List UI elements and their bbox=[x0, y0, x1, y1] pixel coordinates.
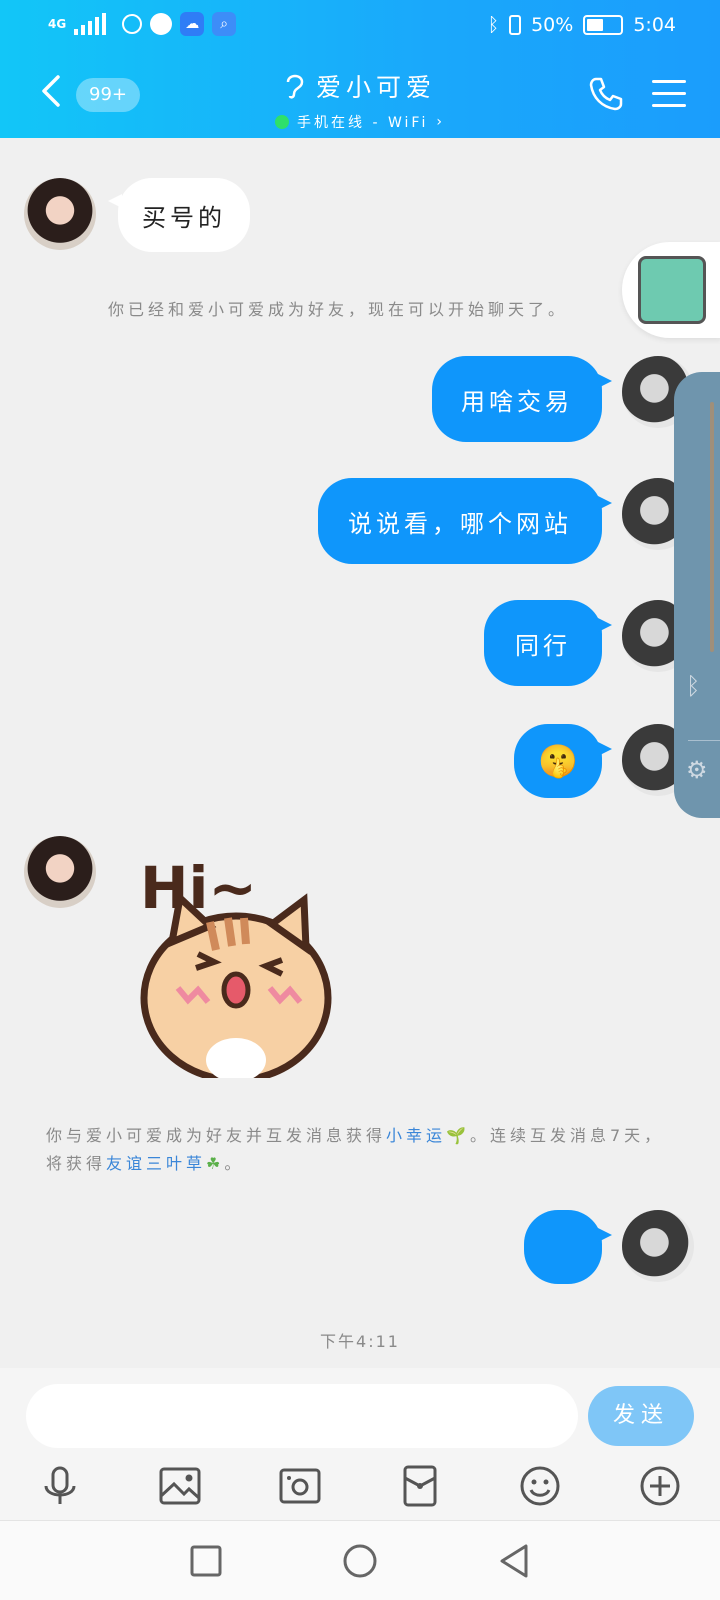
bluetooth-icon: ᛒ bbox=[487, 14, 500, 36]
browser-icon bbox=[150, 13, 173, 35]
message-bubble-out[interactable]: 用啥交易 bbox=[432, 356, 612, 442]
reward-prefix: 你与爱小可爱成为好友并互发消息获得 bbox=[46, 1126, 387, 1145]
plus-icon[interactable] bbox=[638, 1464, 682, 1508]
ear-icon bbox=[286, 74, 304, 99]
search-app-icon: ⌕ bbox=[212, 12, 237, 36]
reward-suffix: 。 bbox=[224, 1154, 245, 1173]
message-bubble-out[interactable]: 说说看，哪个网站 bbox=[318, 478, 612, 564]
ghost-sticker-icon bbox=[638, 256, 706, 324]
message-text: 买号的 bbox=[142, 203, 226, 232]
battery-icon bbox=[583, 15, 624, 35]
microphone-icon[interactable] bbox=[38, 1464, 82, 1508]
reward-notice: 你与爱小可爱成为好友并互发消息获得小幸运🌱。连续互发消息7天，将获得友谊三叶草☘… bbox=[46, 1122, 682, 1178]
contact-name: 爱小可爱 bbox=[315, 73, 436, 102]
clover-link[interactable]: 友谊三叶草 bbox=[106, 1154, 206, 1173]
chat-title[interactable]: 爱小可爱 手机在线 - WiFi › bbox=[200, 68, 520, 133]
app-icon bbox=[122, 14, 143, 34]
sprout-icon: 🌱 bbox=[446, 1126, 470, 1145]
message-input[interactable] bbox=[26, 1384, 578, 1448]
friend-added-notice: 你已经和爱小可爱成为好友，现在可以开始聊天了。 bbox=[108, 300, 569, 319]
chevron-left-icon[interactable] bbox=[38, 74, 64, 108]
composer: 发送 bbox=[0, 1368, 720, 1520]
home-icon[interactable] bbox=[340, 1541, 380, 1581]
clock: 5:04 bbox=[633, 14, 676, 36]
gear-icon[interactable]: ⚙ bbox=[686, 756, 708, 784]
online-dot bbox=[275, 115, 290, 129]
status-bar: 4G ☁ ⌕ ᛒ 50% 5:04 bbox=[0, 0, 720, 50]
contact-avatar[interactable] bbox=[24, 178, 96, 250]
shush-emoji: 🤫 bbox=[538, 742, 578, 780]
bluetooth-icon[interactable]: ᛒ bbox=[686, 672, 700, 700]
menu-icon[interactable] bbox=[652, 80, 686, 108]
status-right: ᛒ 50% 5:04 bbox=[488, 14, 676, 36]
contact-title: 爱小可爱 bbox=[284, 68, 436, 104]
message-timestamp: 下午4:11 bbox=[320, 1332, 400, 1351]
online-status-text: 手机在线 - WiFi bbox=[297, 115, 429, 131]
composer-toolbar bbox=[0, 1464, 720, 1512]
message-text: 用啥交易 bbox=[461, 387, 573, 416]
image-icon[interactable] bbox=[158, 1464, 202, 1508]
status-left: 4G ☁ ⌕ bbox=[48, 12, 237, 36]
battery-percent: 50% bbox=[531, 14, 574, 36]
chevron-right-icon: › bbox=[436, 114, 445, 130]
recents-icon[interactable] bbox=[186, 1541, 226, 1581]
vibrate-icon bbox=[509, 15, 522, 35]
network-label: 4G bbox=[48, 17, 67, 31]
signal-icon bbox=[74, 13, 114, 35]
chat-header: 4G ☁ ⌕ ᛒ 50% 5:04 99+ 爱小可爱 手机在线 - WiFi › bbox=[0, 0, 720, 138]
message-bubble-out[interactable] bbox=[524, 1210, 612, 1284]
floating-widget[interactable] bbox=[622, 242, 720, 338]
my-avatar[interactable] bbox=[622, 1210, 694, 1282]
phone-icon[interactable] bbox=[588, 76, 624, 112]
emoji-icon[interactable] bbox=[518, 1464, 562, 1508]
cloud-icon: ☁ bbox=[180, 12, 205, 36]
camera-icon[interactable] bbox=[278, 1464, 322, 1508]
contact-avatar[interactable] bbox=[24, 836, 96, 908]
clover-icon: ☘ bbox=[206, 1154, 225, 1173]
message-text: 同行 bbox=[515, 631, 571, 660]
system-nav-bar bbox=[0, 1520, 720, 1600]
message-text: 说说看，哪个网站 bbox=[348, 509, 572, 538]
side-control-panel[interactable]: ᛒ ⚙ bbox=[674, 372, 720, 818]
message-bubble-out[interactable]: 🤫 bbox=[514, 724, 612, 798]
cat-hi-sticker[interactable]: Hi~ bbox=[132, 838, 344, 1078]
unread-badge[interactable]: 99+ bbox=[76, 78, 140, 112]
red-packet-icon[interactable] bbox=[398, 1464, 442, 1508]
back-nav-icon[interactable] bbox=[494, 1541, 534, 1581]
lucky-link[interactable]: 小幸运 bbox=[386, 1126, 446, 1145]
volume-slider[interactable] bbox=[710, 402, 714, 652]
send-button[interactable]: 发送 bbox=[588, 1386, 694, 1446]
online-status: 手机在线 - WiFi › bbox=[275, 112, 445, 132]
message-bubble-in[interactable]: 买号的 bbox=[108, 178, 250, 252]
message-bubble-out[interactable]: 同行 bbox=[484, 600, 612, 686]
